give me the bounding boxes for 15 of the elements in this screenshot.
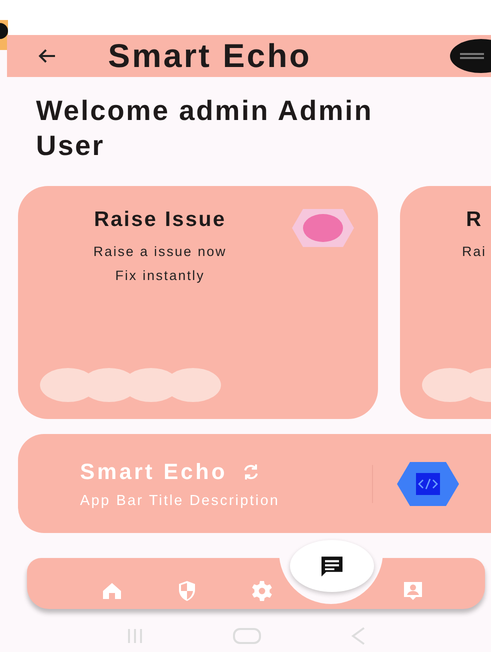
feature-card[interactable]: Raise Issue Raise a issue now Fix instantly <box>18 186 378 419</box>
banner-title: Smart Echo <box>80 458 228 484</box>
welcome-heading: Welcome admin Admin User <box>36 94 374 163</box>
card-title: R <box>466 208 482 232</box>
banner-description: App Bar Title Description <box>80 492 281 508</box>
home-pill-icon[interactable] <box>232 627 262 645</box>
card-description: Rai <box>462 243 486 261</box>
contact-card-icon[interactable] <box>401 579 425 603</box>
card-title: Raise Issue <box>94 208 226 232</box>
feature-card[interactable]: R Rai <box>400 186 491 419</box>
app-title: Smart Echo <box>108 37 312 75</box>
card-description: Raise a issue now <box>93 243 227 261</box>
code-icon[interactable] <box>396 460 460 506</box>
card-description: Fix instantly <box>115 267 205 285</box>
settings-icon[interactable] <box>250 579 274 603</box>
